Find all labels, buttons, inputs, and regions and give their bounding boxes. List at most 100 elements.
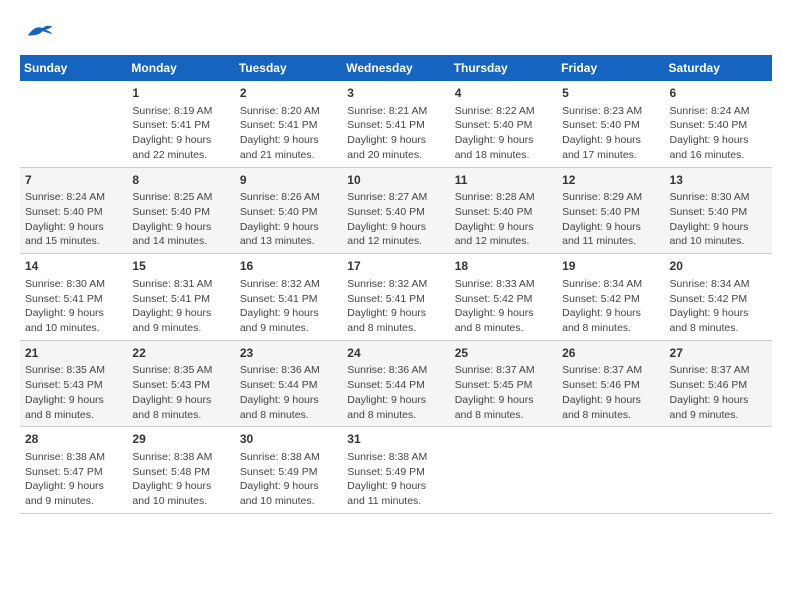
calendar-week-4: 21Sunrise: 8:35 AM Sunset: 5:43 PM Dayli… xyxy=(20,340,772,427)
day-info: Sunrise: 8:34 AM Sunset: 5:42 PM Dayligh… xyxy=(562,277,659,336)
logo xyxy=(20,20,54,45)
day-info: Sunrise: 8:37 AM Sunset: 5:46 PM Dayligh… xyxy=(562,363,659,422)
day-number: 6 xyxy=(670,85,767,102)
day-number: 22 xyxy=(132,345,229,362)
calendar-cell: 6 Sunrise: 8:24 AM Sunset: 5:40 PM Daylig… xyxy=(665,81,772,167)
calendar-week-3: 14 Sunrise: 8:30 AM Sunset: 5:41 PM Dayli… xyxy=(20,254,772,341)
day-info: Sunrise: 8:36 AM Sunset: 5:44 PM Dayligh… xyxy=(347,363,444,422)
day-number: 27 xyxy=(670,345,767,362)
day-info: Sunrise: 8:23 AM Sunset: 5:40 PM Dayligh… xyxy=(562,104,659,163)
calendar-cell: 19 Sunrise: 8:34 AM Sunset: 5:42 PM Dayli… xyxy=(557,254,664,341)
day-number: 30 xyxy=(240,431,337,448)
calendar-cell xyxy=(20,81,127,167)
day-number: 21 xyxy=(25,345,122,362)
day-number: 14 xyxy=(25,258,122,275)
day-number: 9 xyxy=(240,172,337,189)
calendar-cell: 28Sunrise: 8:38 AM Sunset: 5:47 PM Dayli… xyxy=(20,427,127,514)
day-number: 25 xyxy=(455,345,552,362)
day-number: 16 xyxy=(240,258,337,275)
day-info: Sunrise: 8:28 AM Sunset: 5:40 PM Dayligh… xyxy=(455,190,552,249)
calendar-cell: 15 Sunrise: 8:31 AM Sunset: 5:41 PM Dayli… xyxy=(127,254,234,341)
calendar-cell: 24Sunrise: 8:36 AM Sunset: 5:44 PM Dayli… xyxy=(342,340,449,427)
calendar-cell: 3 Sunrise: 8:21 AM Sunset: 5:41 PM Daylig… xyxy=(342,81,449,167)
day-info: Sunrise: 8:21 AM Sunset: 5:41 PM Dayligh… xyxy=(347,104,444,163)
weekday-header-wednesday: Wednesday xyxy=(342,55,449,81)
day-info: Sunrise: 8:30 AM Sunset: 5:41 PM Dayligh… xyxy=(25,277,122,336)
day-info: Sunrise: 8:38 AM Sunset: 5:49 PM Dayligh… xyxy=(240,450,337,509)
day-number: 8 xyxy=(132,172,229,189)
calendar-cell: 1 Sunrise: 8:19 AM Sunset: 5:41 PM Daylig… xyxy=(127,81,234,167)
calendar-cell: 31 Sunrise: 8:38 AM Sunset: 5:49 PM Dayli… xyxy=(342,427,449,514)
calendar-cell: 16 Sunrise: 8:32 AM Sunset: 5:41 PM Dayli… xyxy=(235,254,342,341)
day-info: Sunrise: 8:26 AM Sunset: 5:40 PM Dayligh… xyxy=(240,190,337,249)
day-number: 5 xyxy=(562,85,659,102)
weekday-header-tuesday: Tuesday xyxy=(235,55,342,81)
day-number: 12 xyxy=(562,172,659,189)
day-number: 1 xyxy=(132,85,229,102)
day-number: 23 xyxy=(240,345,337,362)
calendar-cell: 29 Sunrise: 8:38 AM Sunset: 5:48 PM Dayli… xyxy=(127,427,234,514)
page-header xyxy=(20,20,772,45)
day-info: Sunrise: 8:32 AM Sunset: 5:41 PM Dayligh… xyxy=(347,277,444,336)
day-info: Sunrise: 8:20 AM Sunset: 5:41 PM Dayligh… xyxy=(240,104,337,163)
calendar-cell: 7Sunrise: 8:24 AM Sunset: 5:40 PM Daylig… xyxy=(20,167,127,254)
day-info: Sunrise: 8:32 AM Sunset: 5:41 PM Dayligh… xyxy=(240,277,337,336)
calendar-cell: 4 Sunrise: 8:22 AM Sunset: 5:40 PM Daylig… xyxy=(450,81,557,167)
calendar-cell: 8Sunrise: 8:25 AM Sunset: 5:40 PM Daylig… xyxy=(127,167,234,254)
day-number: 7 xyxy=(25,172,122,189)
calendar-cell: 12Sunrise: 8:29 AM Sunset: 5:40 PM Dayli… xyxy=(557,167,664,254)
day-number: 29 xyxy=(132,431,229,448)
day-number: 28 xyxy=(25,431,122,448)
calendar-cell xyxy=(665,427,772,514)
day-info: Sunrise: 8:30 AM Sunset: 5:40 PM Dayligh… xyxy=(670,190,767,249)
weekday-header-friday: Friday xyxy=(557,55,664,81)
weekday-header-thursday: Thursday xyxy=(450,55,557,81)
day-info: Sunrise: 8:35 AM Sunset: 5:43 PM Dayligh… xyxy=(25,363,122,422)
day-info: Sunrise: 8:38 AM Sunset: 5:49 PM Dayligh… xyxy=(347,450,444,509)
calendar-cell: 17 Sunrise: 8:32 AM Sunset: 5:41 PM Dayli… xyxy=(342,254,449,341)
day-info: Sunrise: 8:29 AM Sunset: 5:40 PM Dayligh… xyxy=(562,190,659,249)
calendar-cell: 30 Sunrise: 8:38 AM Sunset: 5:49 PM Dayli… xyxy=(235,427,342,514)
day-number: 3 xyxy=(347,85,444,102)
day-info: Sunrise: 8:31 AM Sunset: 5:41 PM Dayligh… xyxy=(132,277,229,336)
day-info: Sunrise: 8:19 AM Sunset: 5:41 PM Dayligh… xyxy=(132,104,229,163)
calendar-cell: 25Sunrise: 8:37 AM Sunset: 5:45 PM Dayli… xyxy=(450,340,557,427)
calendar-week-1: 1 Sunrise: 8:19 AM Sunset: 5:41 PM Daylig… xyxy=(20,81,772,167)
day-number: 15 xyxy=(132,258,229,275)
calendar-cell: 13Sunrise: 8:30 AM Sunset: 5:40 PM Dayli… xyxy=(665,167,772,254)
calendar-cell xyxy=(450,427,557,514)
day-number: 17 xyxy=(347,258,444,275)
calendar-week-2: 7Sunrise: 8:24 AM Sunset: 5:40 PM Daylig… xyxy=(20,167,772,254)
day-info: Sunrise: 8:24 AM Sunset: 5:40 PM Dayligh… xyxy=(25,190,122,249)
day-info: Sunrise: 8:37 AM Sunset: 5:46 PM Dayligh… xyxy=(670,363,767,422)
day-info: Sunrise: 8:36 AM Sunset: 5:44 PM Dayligh… xyxy=(240,363,337,422)
day-info: Sunrise: 8:35 AM Sunset: 5:43 PM Dayligh… xyxy=(132,363,229,422)
day-number: 4 xyxy=(455,85,552,102)
day-info: Sunrise: 8:37 AM Sunset: 5:45 PM Dayligh… xyxy=(455,363,552,422)
calendar-cell: 11Sunrise: 8:28 AM Sunset: 5:40 PM Dayli… xyxy=(450,167,557,254)
calendar-cell: 21Sunrise: 8:35 AM Sunset: 5:43 PM Dayli… xyxy=(20,340,127,427)
calendar-cell: 22Sunrise: 8:35 AM Sunset: 5:43 PM Dayli… xyxy=(127,340,234,427)
day-number: 2 xyxy=(240,85,337,102)
day-info: Sunrise: 8:38 AM Sunset: 5:48 PM Dayligh… xyxy=(132,450,229,509)
calendar-cell: 26Sunrise: 8:37 AM Sunset: 5:46 PM Dayli… xyxy=(557,340,664,427)
day-number: 18 xyxy=(455,258,552,275)
day-info: Sunrise: 8:33 AM Sunset: 5:42 PM Dayligh… xyxy=(455,277,552,336)
day-number: 24 xyxy=(347,345,444,362)
day-number: 19 xyxy=(562,258,659,275)
calendar-cell: 20Sunrise: 8:34 AM Sunset: 5:42 PM Dayli… xyxy=(665,254,772,341)
day-info: Sunrise: 8:25 AM Sunset: 5:40 PM Dayligh… xyxy=(132,190,229,249)
logo-bird-icon xyxy=(24,20,54,40)
day-number: 26 xyxy=(562,345,659,362)
calendar-cell: 2 Sunrise: 8:20 AM Sunset: 5:41 PM Daylig… xyxy=(235,81,342,167)
day-info: Sunrise: 8:27 AM Sunset: 5:40 PM Dayligh… xyxy=(347,190,444,249)
weekday-header-monday: Monday xyxy=(127,55,234,81)
day-number: 31 xyxy=(347,431,444,448)
day-number: 11 xyxy=(455,172,552,189)
day-info: Sunrise: 8:34 AM Sunset: 5:42 PM Dayligh… xyxy=(670,277,767,336)
day-info: Sunrise: 8:22 AM Sunset: 5:40 PM Dayligh… xyxy=(455,104,552,163)
calendar-cell: 14 Sunrise: 8:30 AM Sunset: 5:41 PM Dayli… xyxy=(20,254,127,341)
calendar-cell: 9Sunrise: 8:26 AM Sunset: 5:40 PM Daylig… xyxy=(235,167,342,254)
weekday-header-saturday: Saturday xyxy=(665,55,772,81)
day-info: Sunrise: 8:24 AM Sunset: 5:40 PM Dayligh… xyxy=(670,104,767,163)
